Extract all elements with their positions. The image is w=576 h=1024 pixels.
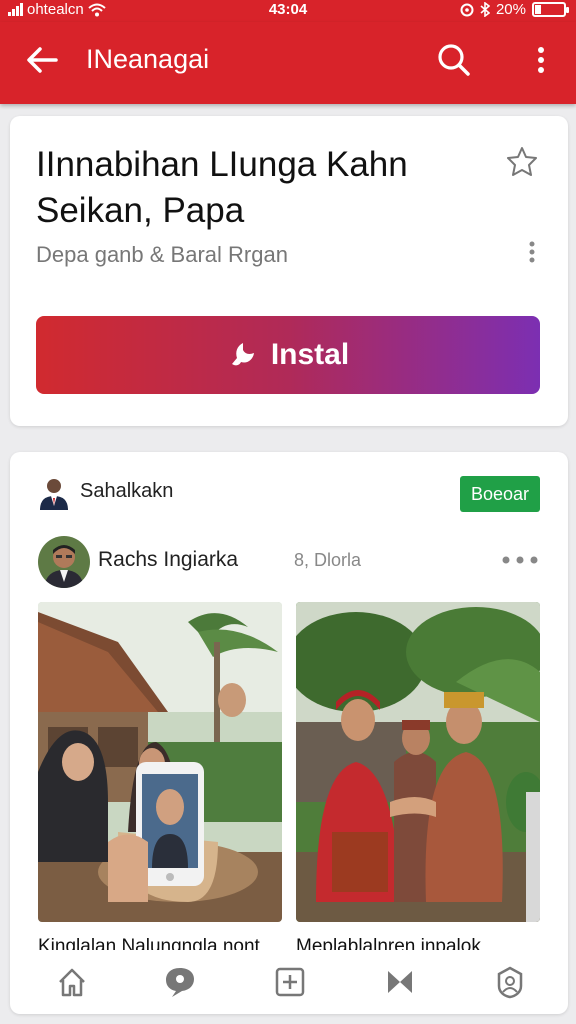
bottom-navigation xyxy=(14,950,562,1012)
page-title: INeanagai xyxy=(86,44,210,74)
star-bookmark-icon[interactable] xyxy=(504,144,540,180)
status-bar: ohtealcn 43:04 20% xyxy=(0,0,576,22)
app-bar: INeanagai xyxy=(0,22,576,104)
recommender-avatar xyxy=(36,474,72,510)
install-icon xyxy=(231,343,254,366)
chat-icon[interactable] xyxy=(160,962,200,1002)
recommendation-label: Sahalkakn xyxy=(80,480,174,502)
developer-name[interactable]: Depa ganb & Baral Rrgan xyxy=(36,242,288,268)
author-name[interactable]: Rachs Ingiarka xyxy=(98,548,238,572)
app-info-card: IInnabihan LIunga Kahn Seikan, Papa Depa… xyxy=(10,116,568,426)
add-icon[interactable] xyxy=(270,962,310,1002)
alarm-icon xyxy=(460,3,474,16)
battery-percent: 20% xyxy=(495,1,526,18)
recommendation-badge[interactable]: Boeoar xyxy=(460,476,540,512)
bluetooth-icon xyxy=(480,2,490,17)
install-button[interactable]: Instal xyxy=(36,316,540,394)
video-icon[interactable] xyxy=(380,962,420,1002)
post-photo-greeting[interactable] xyxy=(296,602,540,922)
recommendation-card: Sahalkakn Boeoar Rachs Ingiarka 8, Dlorl… xyxy=(10,452,568,1014)
post-photo-village[interactable] xyxy=(38,602,282,922)
battery-icon xyxy=(532,2,569,17)
post-more-icon[interactable] xyxy=(498,548,542,572)
post-meta: 8, Dlorla xyxy=(294,550,362,570)
home-icon[interactable] xyxy=(52,962,92,1002)
developer-more-icon[interactable] xyxy=(520,236,544,268)
profile-icon[interactable] xyxy=(490,962,530,1002)
status-right: 20% xyxy=(460,1,569,18)
author-avatar[interactable] xyxy=(38,536,90,588)
overflow-menu-icon[interactable] xyxy=(524,40,558,80)
search-icon[interactable] xyxy=(434,40,474,80)
install-label: Instal xyxy=(270,338,350,371)
back-arrow-icon[interactable] xyxy=(22,40,62,80)
app-title: IInnabihan LIunga Kahn Seikan, Papa xyxy=(36,145,408,230)
